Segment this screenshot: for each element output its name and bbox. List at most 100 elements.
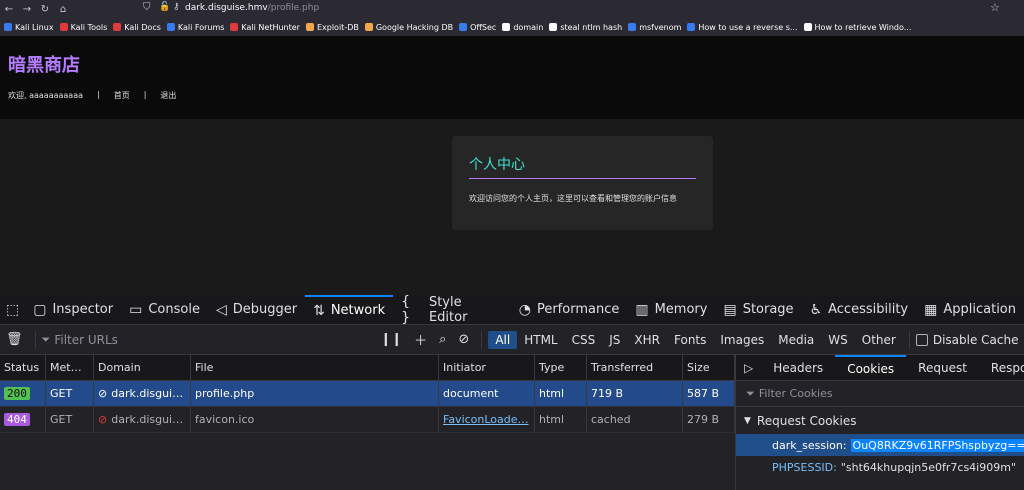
- column-header[interactable]: File: [191, 355, 439, 380]
- tab-application[interactable]: ▦ Application: [916, 295, 1024, 325]
- tab-debugger[interactable]: ◁ Debugger: [208, 295, 305, 325]
- bookmark-item[interactable]: OffSec: [459, 23, 496, 32]
- tab-style-editor[interactable]: { } Style Editor: [393, 294, 511, 326]
- search-icon[interactable]: ⌕: [439, 332, 446, 347]
- accessibility-icon: ♿: [809, 301, 823, 318]
- bookmark-icon: [502, 23, 511, 31]
- cell-initiator[interactable]: FaviconLoade…: [439, 407, 535, 432]
- key-icon[interactable]: ⚷: [173, 2, 180, 12]
- forward-icon[interactable]: →: [18, 4, 36, 15]
- column-header[interactable]: Domain: [94, 355, 191, 380]
- pick-element-icon[interactable]: ⬚: [0, 295, 25, 325]
- filter-cookies-input[interactable]: ⏷ Filter Cookies: [736, 381, 1024, 407]
- bookmark-item[interactable]: Kali Linux: [4, 23, 54, 32]
- filter-xhr[interactable]: XHR: [627, 331, 667, 349]
- filter-icon: ⏷: [746, 386, 755, 400]
- cookie-row[interactable]: PHPSESSID: "sht64khupqjn5e0fr7cs4i909m": [736, 456, 1024, 478]
- logout-link[interactable]: 退出: [160, 90, 176, 101]
- column-header[interactable]: Initiator: [439, 355, 535, 380]
- disable-cache-label: Disable Cache: [932, 332, 1019, 347]
- bookmark-item[interactable]: Kali Forums: [166, 22, 225, 32]
- details-tab-respo[interactable]: Respo: [979, 355, 1024, 381]
- column-header[interactable]: Status: [0, 355, 46, 380]
- bookmark-item[interactable]: Kali Docs: [113, 23, 161, 32]
- bookmark-item[interactable]: Kali Tools: [59, 23, 107, 32]
- pause-icon[interactable]: ❙❙: [380, 332, 402, 347]
- tab-storage[interactable]: ▤ Storage: [715, 295, 801, 325]
- table-row[interactable]: 200 GET ⊘ dark.disgui… profile.php document ht…: [0, 381, 735, 407]
- table-row[interactable]: 404 GET ⊘ dark.disgui… favicon.ico FaviconLoa…: [0, 407, 735, 433]
- home-link[interactable]: 首页: [114, 90, 130, 101]
- cookie-value[interactable]: OuQ8RKZ9v61RFPShspbyzg==: [850, 438, 1024, 452]
- memory-icon: ▥: [635, 301, 649, 318]
- back-icon[interactable]: ←: [0, 4, 18, 15]
- details-tab-headers[interactable]: Headers: [761, 355, 835, 381]
- tab-memory[interactable]: ▥ Memory: [627, 295, 715, 325]
- bookmark-item[interactable]: How to use a reverse s...: [687, 23, 798, 32]
- filter-fonts[interactable]: Fonts: [667, 331, 713, 349]
- console-icon: ▭: [129, 301, 143, 318]
- filter-js[interactable]: JS: [602, 331, 627, 349]
- filter-all[interactable]: All: [488, 330, 518, 349]
- filter-media[interactable]: Media: [771, 331, 821, 349]
- star-icon[interactable]: ☆: [990, 1, 1000, 14]
- column-header[interactable]: Met…: [46, 355, 94, 380]
- tab-label: Console: [148, 302, 200, 317]
- tab-accessibility[interactable]: ♿ Accessibility: [802, 295, 917, 325]
- filter-html[interactable]: HTML: [517, 331, 564, 349]
- filter-other[interactable]: Other: [855, 331, 903, 349]
- network-table: Status Met… Domain File Initiator Type Transfe…: [0, 355, 735, 490]
- bookmark-item[interactable]: How to retrieve Windo...: [803, 23, 911, 32]
- profile-card: 个人中心 欢迎访问您的个人主页，这里可以查看和管理您的账户信息: [452, 136, 713, 230]
- bookmark-label: OffSec: [470, 22, 497, 32]
- home-icon[interactable]: ⌂: [54, 4, 72, 15]
- cell-file: favicon.ico: [191, 407, 439, 432]
- block-icon[interactable]: ⊘: [458, 332, 469, 347]
- url-field[interactable]: dark.disguise.hmv/profile.php: [185, 3, 319, 13]
- column-header[interactable]: Transferred: [587, 355, 683, 380]
- request-cookies-section[interactable]: ▼ Request Cookies: [736, 407, 1024, 434]
- cell-size: 279 B: [683, 407, 735, 432]
- bookmark-item[interactable]: msfvenom: [628, 23, 681, 32]
- column-header[interactable]: Type: [535, 355, 587, 380]
- bookmark-label: Kali Forums: [177, 22, 225, 32]
- tab-label: Style Editor: [428, 294, 468, 325]
- trash-icon[interactable]: 🗑: [6, 332, 23, 347]
- details-tab-cookies[interactable]: Cookies: [835, 354, 907, 381]
- cookie-value[interactable]: "sht64khupqjn5e0fr7cs4i909m": [841, 461, 1016, 474]
- bookmark-item[interactable]: steal ntlm hash: [549, 23, 622, 32]
- cookie-name: dark_session:: [772, 438, 847, 452]
- toggle-sidebar-icon[interactable]: ▷: [736, 355, 761, 381]
- bookmark-icon: [113, 23, 122, 31]
- cell-status: 404: [0, 407, 46, 432]
- details-tab-request[interactable]: Request: [906, 355, 979, 381]
- shield-icon[interactable]: ⛉: [143, 2, 151, 13]
- add-icon[interactable]: ＋: [414, 330, 427, 349]
- bookmark-item[interactable]: Kali NetHunter: [230, 23, 300, 32]
- bookmark-item[interactable]: Exploit-DB: [305, 23, 359, 32]
- tab-label: Inspector: [52, 302, 114, 317]
- reload-icon[interactable]: ↻: [36, 4, 54, 15]
- bookmark-item[interactable]: Google Hacking DB: [364, 23, 453, 32]
- cookie-row[interactable]: dark_session: OuQ8RKZ9v61RFPShspbyzg==: [736, 434, 1024, 456]
- tab-console[interactable]: ▭ Console: [121, 295, 208, 325]
- tab-network[interactable]: ⇅ Network: [305, 294, 394, 325]
- bookmark-label: msfvenom: [639, 22, 682, 32]
- filter-css[interactable]: CSS: [565, 331, 603, 349]
- cell-initiator: document: [439, 381, 535, 406]
- filter-ws[interactable]: WS: [821, 331, 854, 349]
- tab-inspector[interactable]: ▢ Inspector: [25, 295, 121, 325]
- filter-images[interactable]: Images: [713, 331, 771, 349]
- bookmark-icon: [549, 23, 558, 31]
- disable-cache-checkbox[interactable]: [915, 333, 928, 346]
- bookmark-icon: [230, 23, 239, 31]
- bookmarks-bar: Kali Linux Kali Tools Kali Docs Kali Forums…: [0, 18, 1024, 37]
- tab-performance[interactable]: ◔ Performance: [511, 295, 628, 325]
- filter-urls-input[interactable]: Filter URLs: [54, 333, 374, 347]
- request-details: ▷ Headers Cookies Request Respo ⏷ Filter Co…: [735, 354, 1024, 490]
- column-header[interactable]: Size: [683, 355, 735, 380]
- bookmark-item[interactable]: domain: [502, 23, 543, 32]
- bookmark-icon: [166, 23, 175, 31]
- lock-icon[interactable]: 🔓: [159, 2, 170, 12]
- tab-label: Storage: [742, 302, 794, 317]
